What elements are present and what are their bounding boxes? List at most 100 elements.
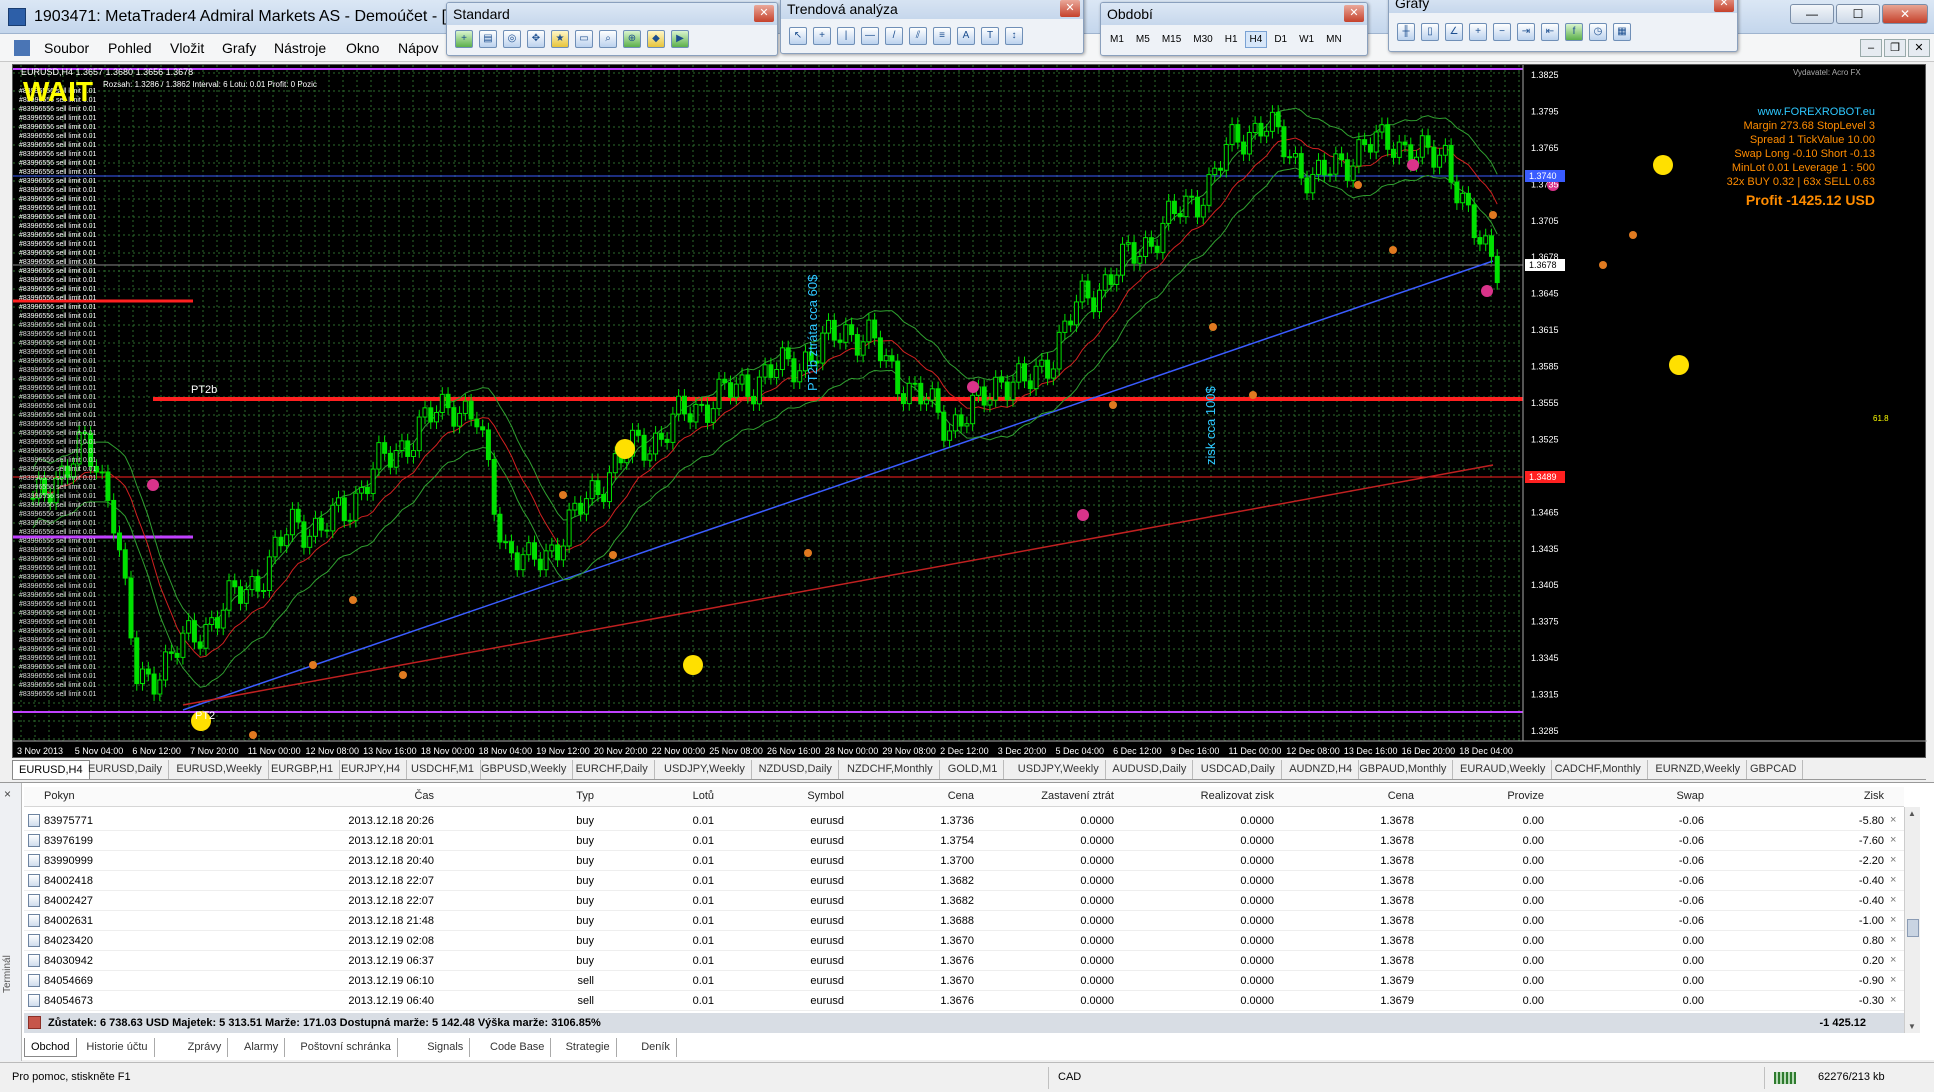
close-order-icon[interactable]: × xyxy=(1890,854,1896,866)
close-order-icon[interactable]: × xyxy=(1890,894,1896,906)
navigator-icon[interactable]: ✥ xyxy=(527,30,545,48)
new-order-icon[interactable]: ⊕ xyxy=(623,30,641,48)
mdi-close-button[interactable]: ✕ xyxy=(1908,39,1930,57)
symbol-tab[interactable]: EURNZD,Weekly xyxy=(1649,760,1748,779)
mdi-restore-button[interactable]: ❐ xyxy=(1884,39,1906,57)
toolbar-standard-close-button[interactable]: ✕ xyxy=(754,5,774,22)
close-order-icon[interactable]: × xyxy=(1890,994,1896,1006)
fibonacci-icon[interactable]: ≡ xyxy=(933,27,951,45)
close-order-icon[interactable]: × xyxy=(1890,874,1896,886)
period-m1-button[interactable]: M1 xyxy=(1105,31,1129,48)
price-chart[interactable]: #83996556 sell limit 0.01 #83996556 sell … xyxy=(12,64,1927,759)
menu-nastroje[interactable]: Nástroje xyxy=(274,40,326,56)
period-m5-button[interactable]: M5 xyxy=(1131,31,1155,48)
symbol-tab[interactable]: USDCHF,M1 xyxy=(405,760,481,779)
col-typ-header[interactable]: Typ xyxy=(454,790,594,802)
autotrading-icon[interactable]: ▶ xyxy=(671,30,689,48)
toolbar-charts-close-button[interactable]: ✕ xyxy=(1714,0,1734,12)
symbol-tab[interactable]: USDCAD,Daily xyxy=(1195,760,1282,779)
scroll-thumb[interactable] xyxy=(1907,919,1919,937)
terminal-tab[interactable]: Signals xyxy=(421,1038,471,1057)
orders-scrollbar[interactable]: ▲ ▼ xyxy=(1904,807,1920,1033)
close-order-icon[interactable]: × xyxy=(1890,954,1896,966)
order-row[interactable]: 84002427 2013.12.18 22:07 buy 0.01 eurusd 1.3… xyxy=(24,891,1904,911)
vertical-line-icon[interactable]: | xyxy=(837,27,855,45)
scroll-down-icon[interactable]: ▼ xyxy=(1908,1022,1916,1031)
terminal-tab[interactable]: Strategie xyxy=(560,1038,617,1057)
symbol-tab[interactable]: EURAUD,Weekly xyxy=(1454,760,1553,779)
col-cas-header[interactable]: Čas xyxy=(224,790,434,802)
account-summary-row[interactable]: Zůstatek: 6 738.63 USD Majetek: 5 313.51… xyxy=(24,1013,1904,1033)
order-row[interactable]: 84002631 2013.12.18 21:48 buy 0.01 eurusd 1.3… xyxy=(24,911,1904,931)
order-row[interactable]: 83990999 2013.12.18 20:40 buy 0.01 eurusd 1.3… xyxy=(24,851,1904,871)
terminal-close-button[interactable]: × xyxy=(4,787,11,801)
zoom-in-icon[interactable]: + xyxy=(1469,23,1487,41)
chart-shift-icon[interactable]: ⇤ xyxy=(1541,23,1559,41)
col-realizovat-zisk-header[interactable]: Realizovat zisk xyxy=(1124,790,1274,802)
toolbar-trend-close-button[interactable]: ✕ xyxy=(1060,0,1080,17)
bar-chart-icon[interactable]: ╫ xyxy=(1397,23,1415,41)
terminal-tab[interactable]: Alarmy xyxy=(238,1038,286,1057)
col-pokyn-header[interactable]: Pokyn xyxy=(44,790,164,802)
col-lotu-header[interactable]: Lotů xyxy=(604,790,714,802)
menu-vlozit[interactable]: Vložit xyxy=(170,40,204,56)
order-row[interactable]: 83976199 2013.12.18 20:01 buy 0.01 eurusd 1.3… xyxy=(24,831,1904,851)
symbol-tab[interactable]: EURCHF,Daily xyxy=(570,760,655,779)
candlestick-icon[interactable]: ▯ xyxy=(1421,23,1439,41)
col-provize-header[interactable]: Provize xyxy=(1424,790,1544,802)
order-row[interactable]: 84030942 2013.12.19 06:37 buy 0.01 eurusd 1.3… xyxy=(24,951,1904,971)
channel-icon[interactable]: ⫽ xyxy=(909,27,927,45)
terminal-icon[interactable]: ▭ xyxy=(575,30,593,48)
terminal-tab[interactable]: Zprávy xyxy=(182,1038,229,1057)
symbol-tab[interactable]: NZDCHF,Monthly xyxy=(841,760,940,779)
col-symbol-header[interactable]: Symbol xyxy=(724,790,844,802)
period-mn-button[interactable]: MN xyxy=(1321,31,1347,48)
toolbar-period-close-button[interactable]: ✕ xyxy=(1344,5,1364,22)
symbol-tab[interactable]: USDJPY,Weekly xyxy=(1012,760,1106,779)
scroll-up-icon[interactable]: ▲ xyxy=(1908,809,1916,818)
templates-icon[interactable]: ▦ xyxy=(1613,23,1631,41)
strategy-tester-icon[interactable]: ⌕ xyxy=(599,30,617,48)
market-watch-icon[interactable]: ◎ xyxy=(503,30,521,48)
menu-pohled[interactable]: Pohled xyxy=(108,40,152,56)
terminal-tab[interactable]: Code Base xyxy=(484,1038,552,1057)
minimize-button[interactable]: — xyxy=(1790,4,1834,24)
metaeditor-icon[interactable]: ◆ xyxy=(647,30,665,48)
col-swap-header[interactable]: Swap xyxy=(1554,790,1704,802)
maximize-button[interactable]: ☐ xyxy=(1836,4,1880,24)
symbol-tab[interactable]: GOLD,M1 xyxy=(942,760,1005,779)
period-m30-button[interactable]: M30 xyxy=(1188,31,1217,48)
toolbar-trend-analysis[interactable]: Trendová analýza ✕ ↖ + | — / ⫽ ≡ A T ↕ xyxy=(780,0,1084,54)
menu-grafy[interactable]: Grafy xyxy=(222,40,256,56)
period-m15-button[interactable]: M15 xyxy=(1157,31,1186,48)
arrows-icon[interactable]: ↕ xyxy=(1005,27,1023,45)
trendline-icon[interactable]: / xyxy=(885,27,903,45)
line-chart-icon[interactable]: ∠ xyxy=(1445,23,1463,41)
mdi-minimize-button[interactable]: – xyxy=(1860,39,1882,57)
symbol-tab[interactable]: GBPUSD,Weekly xyxy=(475,760,574,779)
symbol-tab[interactable]: EURGBP,H1 xyxy=(265,760,341,779)
terminal-tab[interactable]: Historie účtu xyxy=(80,1038,155,1057)
menu-okno[interactable]: Okno xyxy=(346,40,379,56)
order-row[interactable]: 84054669 2013.12.19 06:10 sell 0.01 eurusd 1.… xyxy=(24,971,1904,991)
terminal-tab[interactable]: Poštovní schránka xyxy=(294,1038,398,1057)
favorites-icon[interactable]: ★ xyxy=(551,30,569,48)
period-d1-button[interactable]: D1 xyxy=(1269,31,1292,48)
new-chart-icon[interactable]: + xyxy=(455,30,473,48)
terminal-tab[interactable]: Obchod xyxy=(24,1038,77,1057)
autoscroll-icon[interactable]: ⇥ xyxy=(1517,23,1535,41)
chart-canvas[interactable]: #83996556 sell limit 0.01 #83996556 sell … xyxy=(13,65,1927,759)
cursor-icon[interactable]: ↖ xyxy=(789,27,807,45)
symbol-tab[interactable]: EURUSD,Weekly xyxy=(170,760,269,779)
order-row[interactable]: 84002418 2013.12.18 22:07 buy 0.01 eurusd 1.3… xyxy=(24,871,1904,891)
symbol-tab[interactable]: NZDUSD,Daily xyxy=(753,760,839,779)
symbol-tab[interactable]: CADCHF,Monthly xyxy=(1549,760,1648,779)
toolbar-period[interactable]: Období ✕ M1 M5 M15 M30 H1 H4 D1 W1 MN xyxy=(1100,2,1368,56)
symbol-tab[interactable]: AUDUSD,Daily xyxy=(1106,760,1194,779)
zoom-out-icon[interactable]: − xyxy=(1493,23,1511,41)
connection-status-icon[interactable] xyxy=(1774,1072,1796,1084)
close-order-icon[interactable]: × xyxy=(1890,974,1896,986)
close-order-icon[interactable]: × xyxy=(1890,834,1896,846)
chart-window-icon[interactable] xyxy=(14,40,30,56)
toolbar-standard[interactable]: Standard ✕ + ▤ ◎ ✥ ★ ▭ ⌕ ⊕ ◆ ▶ xyxy=(446,2,778,56)
